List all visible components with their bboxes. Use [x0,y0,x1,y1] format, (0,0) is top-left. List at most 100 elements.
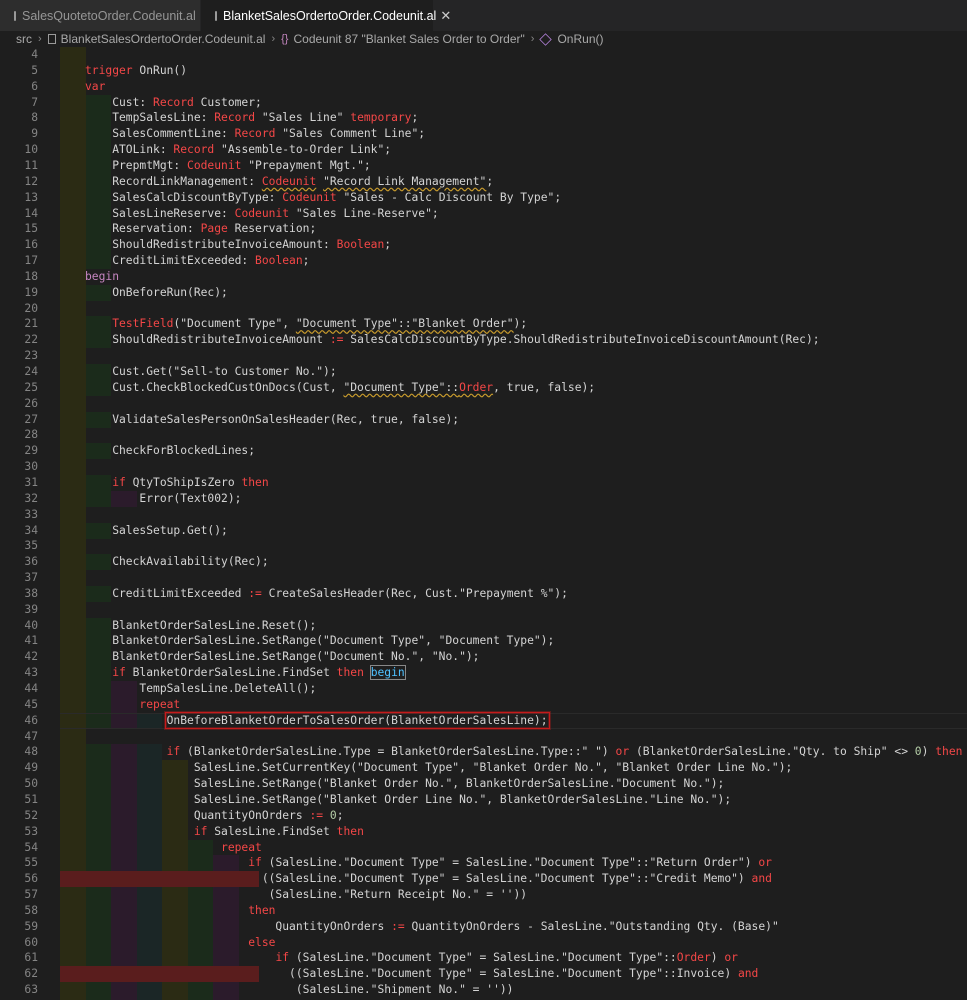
code-token: or [724,951,738,965]
code-line[interactable]: 43 if BlanketOrderSalesLine.FindSet then… [0,665,967,682]
breadcrumb-item-file[interactable]: BlanketSalesOrdertoOrder.Codeunit.al [61,32,266,46]
code-line[interactable]: 27 ValidateSalesPersonOnSalesHeader(Rec,… [0,411,967,428]
code-line[interactable]: 50 SalesLine.SetRange("Blanket Order No.… [0,776,967,793]
code-text: OnBeforeBlanketOrderToSalesOrder(Blanket… [85,711,550,729]
code-line[interactable]: 25 Cust.CheckBlockedCustOnDocs(Cust, "Do… [0,379,967,396]
line-number: 55 [24,856,38,870]
file-icon [215,10,217,21]
code-token: "Sales - Calc Discount By Type"; [336,190,562,204]
code-token: Record [214,111,256,125]
code-token: ) [710,951,725,965]
code-line[interactable]: 39 [0,601,967,618]
code-line[interactable]: 31 if QtyToShipIsZero then [0,474,967,491]
code-line[interactable]: 15 Reservation: Page Reservation; [0,221,967,238]
code-line[interactable]: 4 [0,47,967,63]
code-line[interactable]: 14 SalesLineReserve: Codeunit "Sales Lin… [0,205,967,222]
code-line[interactable]: 59 QuantityOnOrders := QuantityOnOrders … [0,918,967,935]
code-line[interactable]: 21 TestField("Document Type", "Document … [0,316,967,333]
code-line[interactable]: 35 [0,538,967,555]
line-number: 24 [24,365,38,378]
code-token: Reservation: [85,222,201,236]
code-line[interactable]: 45 repeat [0,696,967,713]
code-line[interactable]: 63 (SalesLine."Shipment No." = '')) [0,982,967,999]
code-line[interactable]: 33 [0,506,967,523]
code-token: TempSalesLine: [85,111,215,125]
code-line[interactable]: 12 RecordLinkManagement: Codeunit "Recor… [0,173,967,190]
close-icon[interactable]: ✕ [440,8,451,24]
code-line[interactable]: 19 OnBeforeRun(Rec); [0,284,967,301]
indent-guide [60,601,86,618]
code-token: Customer; [193,95,262,109]
code-editor[interactable]: 4 5 trigger OnRun() 6 var 7 Cust: Record Cust… [0,47,967,1000]
tab-sales-quote-to-order[interactable]: SalesQuotetoOrder.Codeunit.al [0,0,201,31]
code-line[interactable]: 56 ((SalesLine."Document Type" = SalesLi… [0,871,967,888]
indent-guide [60,744,86,761]
code-line[interactable]: 40 BlanketOrderSalesLine.Reset(); [0,617,967,634]
code-line[interactable]: 41 BlanketOrderSalesLine.SetRange("Docum… [0,633,967,650]
code-line[interactable]: 5 trigger OnRun() [0,62,967,79]
code-line[interactable]: 55 if (SalesLine."Document Type" = Sales… [0,855,967,872]
code-line[interactable]: 11 PrepmtMgt: Codeunit "Prepayment Mgt."… [0,157,967,174]
line-number: 38 [24,586,38,600]
code-line[interactable]: 38 CreditLimitExceeded := CreateSalesHea… [0,585,967,602]
code-line[interactable]: 10 ATOLink: Record "Assemble-to-Order Li… [0,142,967,159]
code-line[interactable]: 37 [0,570,967,587]
code-line[interactable]: 6 var [0,78,967,95]
code-line[interactable]: 30 [0,459,967,476]
indent-guide [60,205,86,222]
code-token: RecordLinkManagement: [85,174,262,188]
code-line[interactable]: 9 SalesCommentLine: Record "Sales Commen… [0,126,967,143]
code-line[interactable]: 42 BlanketOrderSalesLine.SetRange("Docum… [0,649,967,666]
line-number: 20 [24,301,38,315]
indent-guide [60,443,86,460]
code-line[interactable]: 16 ShouldRedistributeInvoiceAmount: Bool… [0,237,967,254]
code-line[interactable]: 57 (SalesLine."Return Receipt No." = '')… [0,887,967,904]
code-line[interactable]: 54 repeat [0,839,967,856]
code-token: ) [921,745,936,759]
code-text: ATOLink: Record "Assemble-to-Order Link"… [85,142,391,158]
code-line[interactable]: 47 [0,728,967,745]
tab-bar: SalesQuotetoOrder.Codeunit.al BlanketSal… [0,0,967,31]
code-line[interactable]: 29 CheckForBlockedLines; [0,443,967,460]
code-token: SalesLine.SetCurrentKey("Document Type",… [85,761,793,775]
code-line[interactable]: 62 ((SalesLine."Document Type" = SalesLi… [0,966,967,983]
line-number: 18 [24,269,38,283]
code-line[interactable]: 13 SalesCalcDiscountByType: Codeunit "Sa… [0,189,967,206]
tab-blanket-sales-order-to-order[interactable]: BlanketSalesOrdertoOrder.Codeunit.al ✕ [201,0,451,31]
code-token: begin [369,665,406,681]
breadcrumb-item-src[interactable]: src [16,32,32,46]
code-token: Record [234,127,276,141]
code-line[interactable]: 18 begin [0,268,967,285]
code-line[interactable]: 22 ShouldRedistributeInvoiceAmount := Sa… [0,332,967,349]
code-line[interactable]: 52 QuantityOnOrders := 0; [0,807,967,824]
indent-guide [60,887,86,904]
code-line[interactable]: 60 else [0,934,967,951]
code-line[interactable]: 53 if SalesLine.FindSet then [0,823,967,840]
code-line[interactable]: 49 SalesLine.SetCurrentKey("Document Typ… [0,760,967,777]
code-token: BlanketOrderSalesLine.Reset(); [85,618,317,632]
line-number: 52 [24,808,38,822]
code-line[interactable]: 34 SalesSetup.Get(); [0,522,967,539]
indent-guide [60,554,86,571]
code-line[interactable]: 32 Error(Text002); [0,490,967,507]
breadcrumb-item-method[interactable]: OnRun() [557,32,603,46]
code-line[interactable]: 17 CreditLimitExceeded: Boolean; [0,253,967,270]
code-text: then [85,903,275,919]
code-line[interactable]: 36 CheckAvailability(Rec); [0,554,967,571]
code-line[interactable]: 44 TempSalesLine.DeleteAll(); [0,681,967,697]
code-line[interactable]: 61 if (SalesLine."Document Type" = Sales… [0,950,967,967]
code-line[interactable]: 26 [0,395,967,412]
code-token: PrepmtMgt: [85,158,188,172]
code-line[interactable]: 20 [0,300,967,317]
breadcrumb-item-codeunit[interactable]: Codeunit 87 "Blanket Sales Order to Orde… [293,32,524,46]
code-line[interactable]: 46 OnBeforeBlanketOrderToSalesOrder(Blan… [0,711,967,729]
code-line[interactable]: 48 if (BlanketOrderSalesLine.Type = Blan… [0,744,967,761]
code-token: repeat [139,697,181,711]
code-line[interactable]: 8 TempSalesLine: Record "Sales Line" tem… [0,110,967,127]
code-line[interactable]: 24 Cust.Get("Sell-to Customer No."); [0,364,967,380]
code-line[interactable]: 7 Cust: Record Customer; [0,94,967,111]
code-line[interactable]: 28 [0,427,967,444]
code-line[interactable]: 58 then [0,902,967,919]
code-line[interactable]: 23 [0,348,967,365]
code-line[interactable]: 51 SalesLine.SetRange("Blanket Order Lin… [0,791,967,808]
